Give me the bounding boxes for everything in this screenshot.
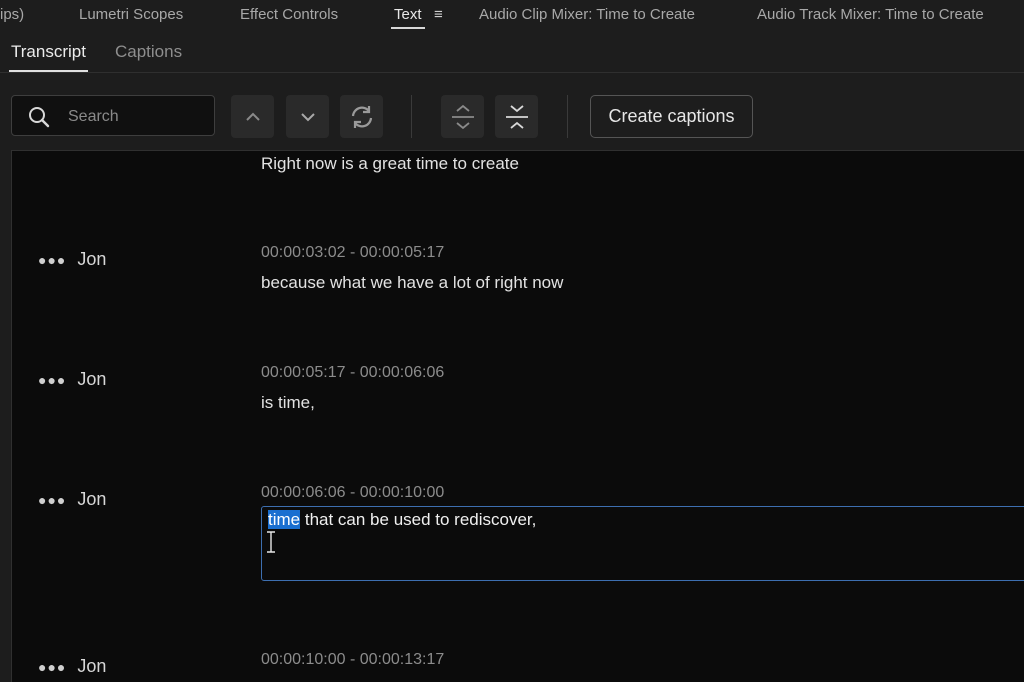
segment-text[interactable]: is time, bbox=[261, 393, 315, 413]
text-cursor-icon bbox=[267, 531, 275, 553]
toolbar-divider-2 bbox=[567, 95, 568, 138]
segment-timecode: 00:00:10:00 - 00:00:13:17 bbox=[261, 651, 445, 668]
chevron-up-icon bbox=[245, 112, 260, 121]
create-captions-button[interactable]: Create captions bbox=[590, 95, 753, 138]
tab-effect-controls[interactable]: Effect Controls bbox=[240, 6, 338, 23]
speaker-label[interactable]: ●●● Jon bbox=[38, 369, 106, 390]
segment-text[interactable]: Right now is a great time to create bbox=[261, 154, 519, 174]
more-options-icon[interactable]: ●●● bbox=[38, 492, 66, 508]
search-icon bbox=[29, 107, 50, 128]
segment-text[interactable]: because what we have a lot of right now bbox=[261, 273, 563, 293]
speaker-name: Jon bbox=[77, 656, 107, 676]
search-field[interactable] bbox=[11, 95, 215, 136]
refresh-icon bbox=[351, 105, 372, 128]
speaker-name: Jon bbox=[77, 249, 107, 269]
tab-transcript[interactable]: Transcript bbox=[9, 42, 88, 72]
speaker-label[interactable]: ●●● Jon bbox=[38, 249, 106, 270]
segment-text-editor[interactable]: time that can be used to rediscover, bbox=[261, 506, 1024, 581]
collapse-segments-button[interactable] bbox=[495, 95, 538, 138]
segment-text[interactable]: time that can be used to rediscover, bbox=[268, 510, 536, 530]
segment-text-rest[interactable]: that can be used to rediscover, bbox=[300, 510, 537, 529]
more-options-icon[interactable]: ●●● bbox=[38, 659, 66, 675]
search-input[interactable] bbox=[66, 104, 210, 130]
chevron-down-icon bbox=[300, 112, 315, 121]
collapse-icon bbox=[505, 104, 528, 129]
panel-tab-bar: ips) Lumetri Scopes Effect Controls Text… bbox=[0, 0, 1024, 32]
tab-lumetri-scopes[interactable]: Lumetri Scopes bbox=[79, 6, 183, 23]
replace-button[interactable] bbox=[340, 95, 383, 138]
expand-icon bbox=[451, 104, 474, 129]
panel-menu-icon[interactable]: ≡ bbox=[434, 6, 443, 23]
speaker-label[interactable]: ●●● Jon bbox=[38, 489, 106, 510]
segment-timecode: 00:00:05:17 - 00:00:06:06 bbox=[261, 364, 445, 381]
segment-timecode: 00:00:03:02 - 00:00:05:17 bbox=[261, 244, 445, 261]
speaker-name: Jon bbox=[77, 489, 107, 509]
tab-captions[interactable]: Captions bbox=[115, 42, 182, 62]
selected-word[interactable]: time bbox=[268, 510, 301, 529]
tab-audio-track-mixer[interactable]: Audio Track Mixer: Time to Create bbox=[757, 6, 984, 23]
speaker-name: Jon bbox=[77, 369, 107, 389]
text-panel-subtabs: Transcript Captions bbox=[0, 32, 1024, 73]
toolbar-divider bbox=[411, 95, 412, 138]
tab-audio-clip-mixer[interactable]: Audio Clip Mixer: Time to Create bbox=[479, 6, 695, 23]
more-options-icon[interactable]: ●●● bbox=[38, 252, 66, 268]
previous-result-button[interactable] bbox=[231, 95, 274, 138]
transcript-toolbar: Create captions bbox=[0, 73, 1024, 149]
expand-segments-button[interactable] bbox=[441, 95, 484, 138]
segment-timecode: 00:00:06:06 - 00:00:10:00 bbox=[261, 484, 445, 501]
tab-clipped[interactable]: ips) bbox=[0, 6, 24, 23]
next-result-button[interactable] bbox=[286, 95, 329, 138]
tab-text[interactable]: Text bbox=[391, 6, 424, 29]
speaker-label[interactable]: ●●● Jon bbox=[38, 656, 106, 677]
transcript-panel[interactable]: Right now is a great time to create ●●● … bbox=[11, 150, 1024, 682]
more-options-icon[interactable]: ●●● bbox=[38, 372, 66, 388]
